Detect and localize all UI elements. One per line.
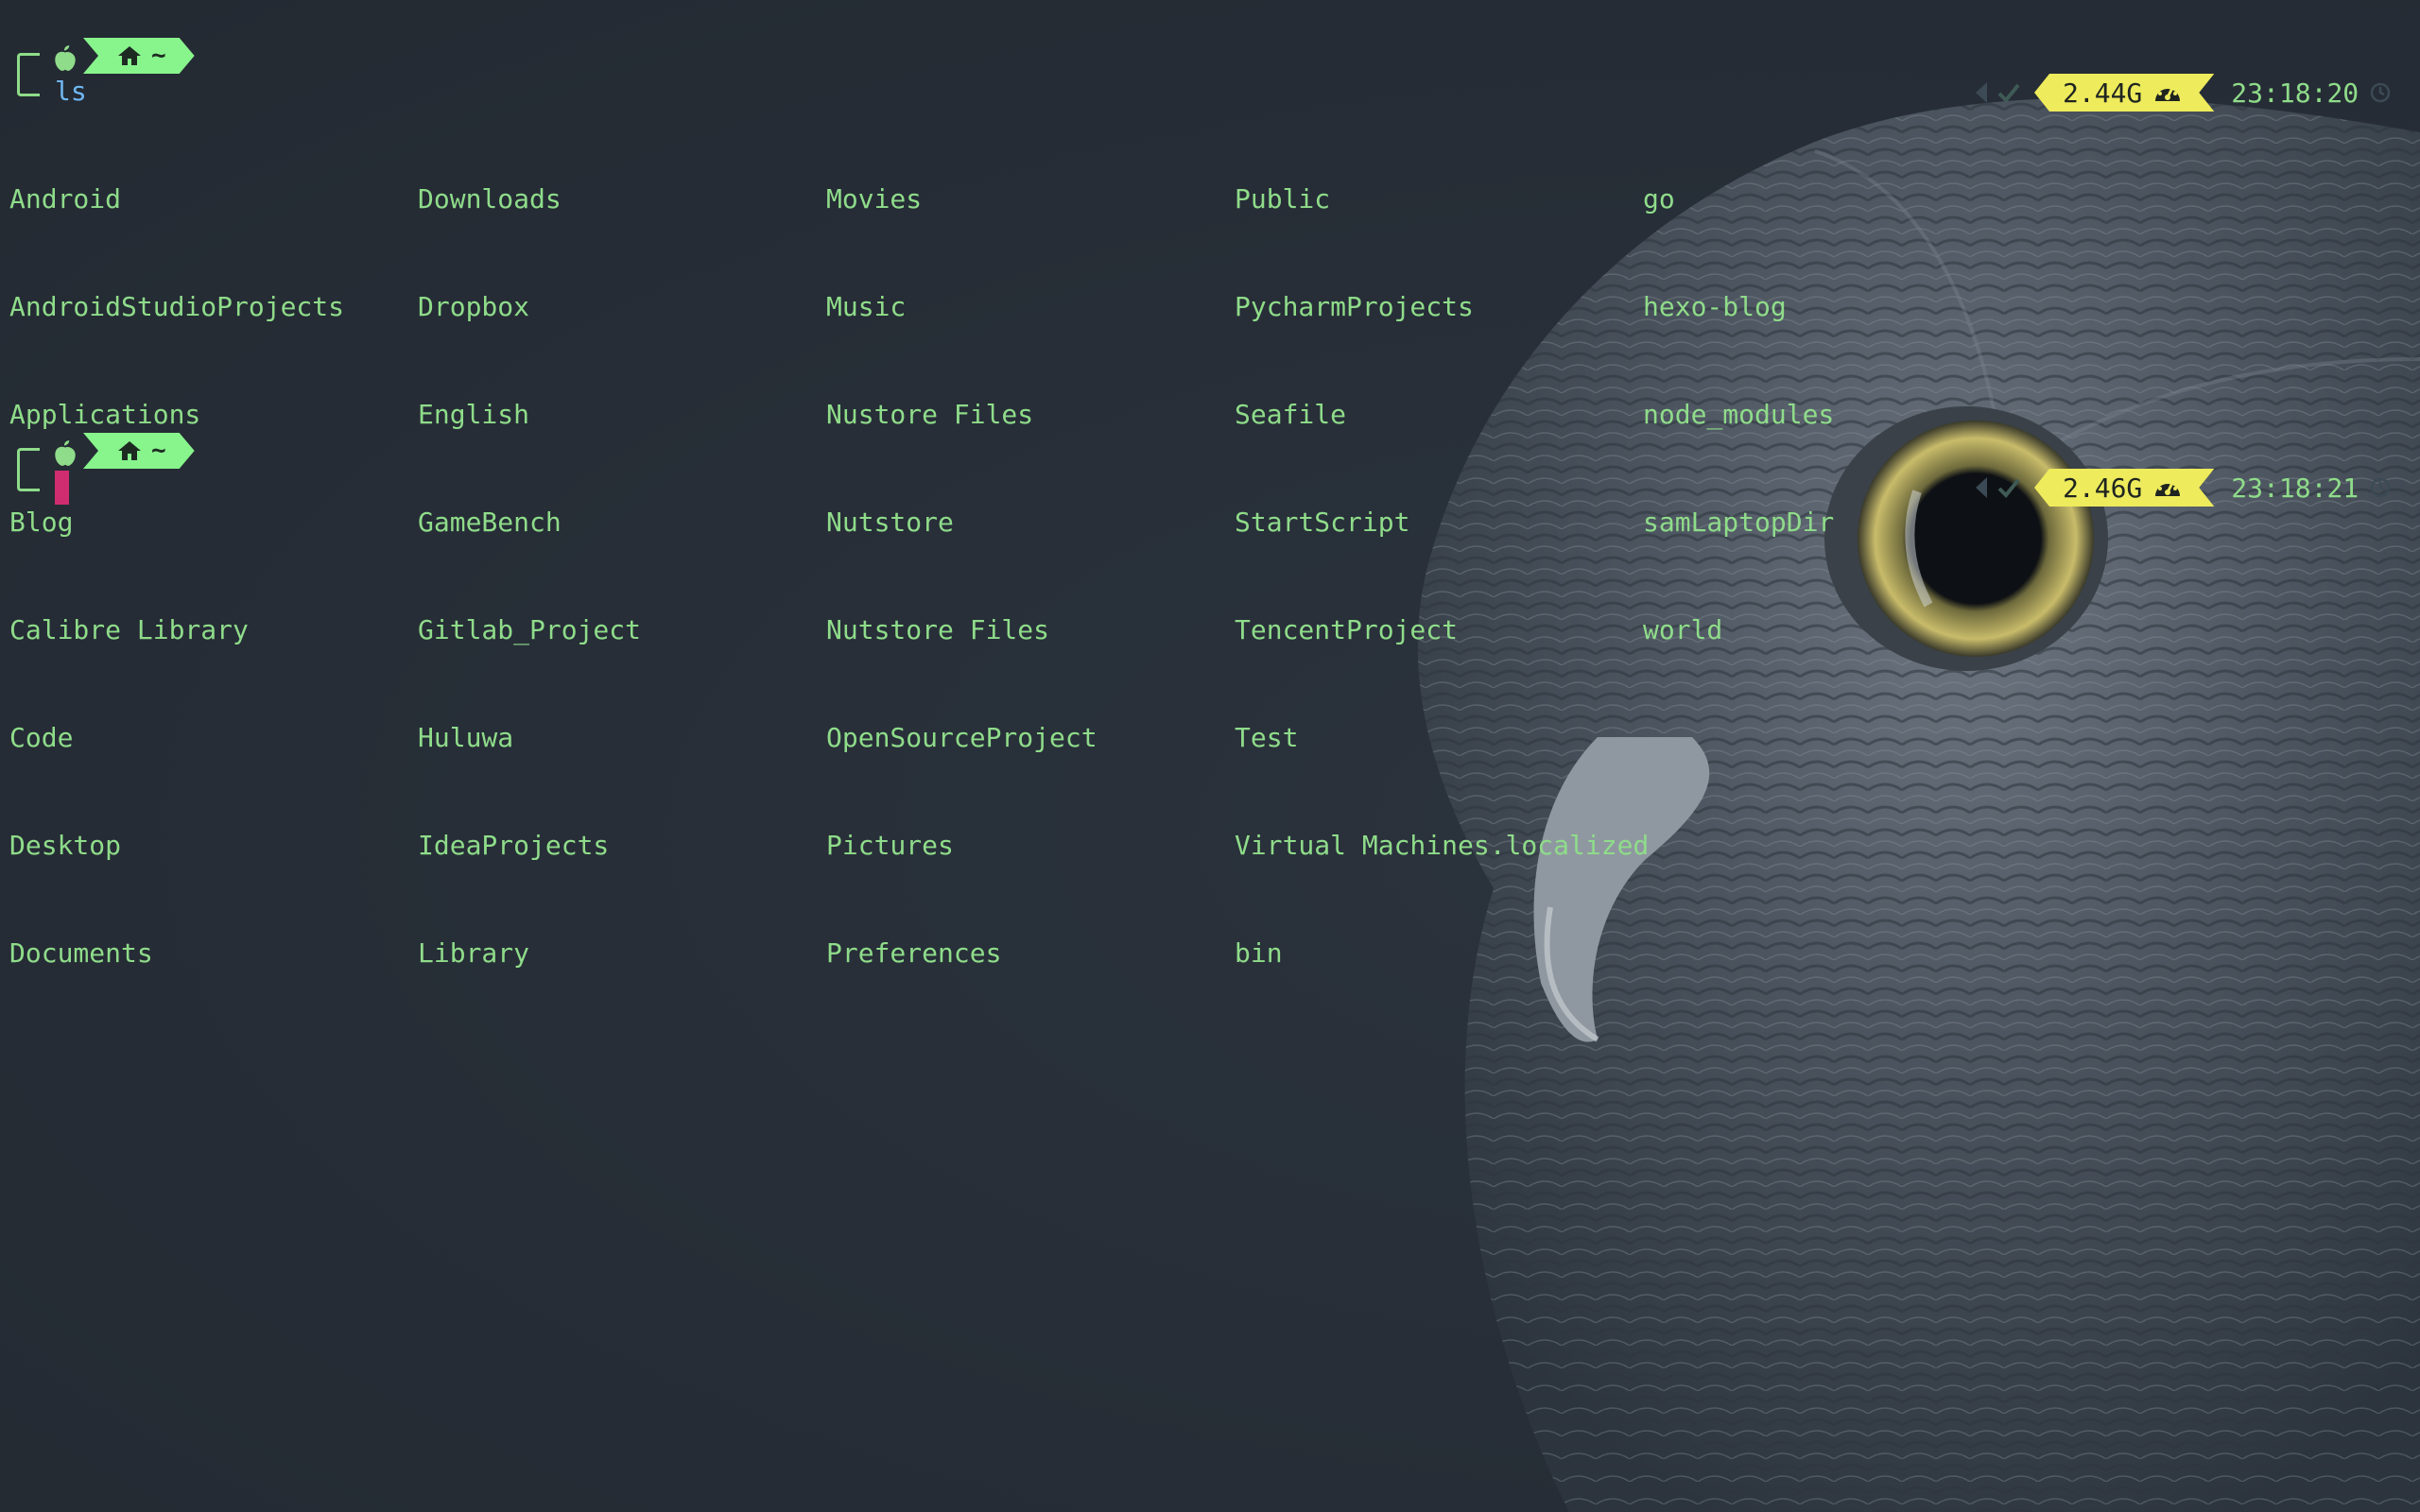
ls-entry: StartScript: [1235, 507, 1410, 538]
ls-column: go hexo-blog node_modules samLaptopDir w…: [1643, 110, 1834, 720]
ls-entry: Preferences: [826, 937, 1002, 969]
ls-entry: hexo-blog: [1643, 291, 1787, 322]
ls-entry: Pictures: [826, 830, 954, 861]
apple-icon: [55, 440, 76, 466]
chevron-left-icon: [1976, 82, 1987, 103]
ls-entry: Nutstore: [826, 507, 954, 538]
clock-icon: [2370, 82, 2391, 103]
prompt-bracket-icon: [17, 53, 40, 96]
ls-column: Android AndroidStudioProjects Applicatio…: [9, 110, 344, 1043]
gauge-icon: [2153, 475, 2182, 500]
check-icon: [1997, 478, 2020, 498]
ls-entry: English: [418, 399, 530, 430]
ls-entry: OpenSourceProject: [826, 722, 1098, 753]
ls-entry: Nustore Files: [826, 399, 1034, 430]
ls-entry: Test: [1235, 722, 1299, 753]
ls-entry: TencentProject: [1235, 614, 1459, 645]
chevron-left-icon: [1976, 477, 1987, 498]
home-icon: [117, 44, 142, 67]
ls-entry: Nutstore Files: [826, 614, 1050, 645]
ls-entry: PycharmProjects: [1235, 291, 1474, 322]
ls-entry: world: [1643, 614, 1723, 645]
ls-column: Public PycharmProjects Seafile StartScri…: [1235, 110, 1649, 1043]
command-text: ls: [55, 76, 87, 107]
ls-entry: Calibre Library: [9, 614, 249, 645]
ls-entry: Public: [1235, 183, 1331, 215]
ls-entry: Blog: [9, 507, 74, 538]
ls-column: Downloads Dropbox English GameBench Gitl…: [418, 110, 641, 1043]
ls-entry: Dropbox: [418, 291, 530, 322]
home-directory-segment: ~: [83, 38, 195, 74]
ls-entry: bin: [1235, 937, 1283, 969]
memory-usage-value: 2.46G: [2063, 472, 2143, 504]
text-cursor[interactable]: [55, 471, 69, 505]
home-icon: [117, 439, 142, 462]
ls-entry: AndroidStudioProjects: [9, 291, 345, 322]
ls-entry: Applications: [9, 399, 201, 430]
ls-entry: Gitlab_Project: [418, 614, 642, 645]
memory-usage-value: 2.44G: [2063, 77, 2143, 109]
home-directory-label: ~: [151, 437, 166, 465]
ls-entry: Code: [9, 722, 74, 753]
ls-entry: Movies: [826, 183, 923, 215]
ls-entry: GameBench: [418, 507, 562, 538]
ls-entry: samLaptopDir: [1643, 507, 1835, 538]
ls-entry: Seafile: [1235, 399, 1347, 430]
memory-usage-segment: 2.44G: [2034, 74, 2214, 112]
clock-time: 23:18:20: [2231, 77, 2360, 109]
memory-usage-segment: 2.46G: [2034, 469, 2214, 507]
ls-entry: Library: [418, 937, 530, 969]
terminal-window[interactable]: ~ ls 2.44G 23:18:20 Android AndroidStudi…: [0, 0, 2420, 1512]
ls-entry: Android: [9, 183, 122, 215]
ls-entry: Desktop: [9, 830, 122, 861]
ls-entry: Downloads: [418, 183, 562, 215]
ls-entry: Music: [826, 291, 907, 322]
gauge-icon: [2153, 80, 2182, 105]
ls-entry: Virtual Machines.localized: [1235, 830, 1650, 861]
ls-entry: IdeaProjects: [418, 830, 610, 861]
clock-icon: [2370, 477, 2391, 498]
home-directory-label: ~: [151, 42, 166, 70]
home-directory-segment: ~: [83, 433, 195, 469]
clock-time: 23:18:21: [2231, 472, 2360, 504]
ls-entry: Huluwa: [418, 722, 514, 753]
ls-entry: Documents: [9, 937, 153, 969]
ls-entry: node_modules: [1643, 399, 1835, 430]
check-icon: [1997, 83, 2020, 103]
right-prompt-1: 2.44G 23:18:20: [1972, 74, 2391, 112]
ls-column: Movies Music Nustore Files Nutstore Nuts…: [826, 110, 1098, 1043]
right-prompt-2: 2.46G 23:18:21: [1972, 469, 2391, 507]
prompt-bracket-icon: [17, 448, 40, 491]
apple-icon: [55, 45, 76, 71]
ls-entry: go: [1643, 183, 1675, 215]
